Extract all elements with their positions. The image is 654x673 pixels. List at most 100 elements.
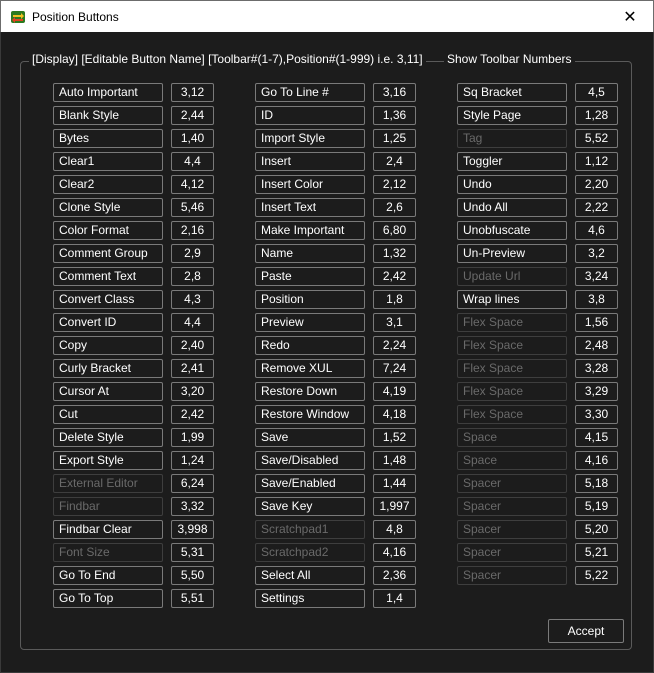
button-name-field[interactable]: Findbar [53,497,163,516]
button-name-field[interactable]: Go To Line # [255,83,365,102]
accept-button[interactable]: Accept [548,619,624,643]
button-name-field[interactable]: Unobfuscate [457,221,567,240]
button-name-field[interactable]: Findbar Clear [53,520,163,539]
button-name-field[interactable]: Comment Text [53,267,163,286]
button-name-field[interactable]: Save [255,428,365,447]
button-name-field[interactable]: Clear1 [53,152,163,171]
button-position-field[interactable]: 3,30 [575,405,618,424]
button-name-field[interactable]: Spacer [457,543,567,562]
button-position-field[interactable]: 2,48 [575,336,618,355]
button-position-field[interactable]: 4,4 [171,313,214,332]
button-name-field[interactable]: Insert [255,152,365,171]
button-name-field[interactable]: Paste [255,267,365,286]
button-position-field[interactable]: 3,1 [373,313,416,332]
button-position-field[interactable]: 5,52 [575,129,618,148]
button-position-field[interactable]: 1,25 [373,129,416,148]
button-position-field[interactable]: 1,52 [373,428,416,447]
button-position-field[interactable]: 2,41 [171,359,214,378]
button-name-field[interactable]: Name [255,244,365,263]
button-name-field[interactable]: Save/Disabled [255,451,365,470]
button-name-field[interactable]: Settings [255,589,365,608]
button-position-field[interactable]: 1,24 [171,451,214,470]
button-name-field[interactable]: Import Style [255,129,365,148]
button-name-field[interactable]: Color Format [53,221,163,240]
button-name-field[interactable]: Curly Bracket [53,359,163,378]
button-position-field[interactable]: 2,24 [373,336,416,355]
button-name-field[interactable]: Spacer [457,520,567,539]
button-name-field[interactable]: ID [255,106,365,125]
button-position-field[interactable]: 2,16 [171,221,214,240]
button-position-field[interactable]: 5,31 [171,543,214,562]
button-position-field[interactable]: 2,20 [575,175,618,194]
button-name-field[interactable]: Save/Enabled [255,474,365,493]
button-position-field[interactable]: 6,24 [171,474,214,493]
button-position-field[interactable]: 1,36 [373,106,416,125]
button-name-field[interactable]: Auto Important [53,83,163,102]
button-position-field[interactable]: 2,40 [171,336,214,355]
button-position-field[interactable]: 5,46 [171,198,214,217]
button-name-field[interactable]: External Editor [53,474,163,493]
button-name-field[interactable]: Undo [457,175,567,194]
button-name-field[interactable]: Go To End [53,566,163,585]
button-position-field[interactable]: 2,42 [373,267,416,286]
button-name-field[interactable]: Flex Space [457,382,567,401]
button-position-field[interactable]: 1,44 [373,474,416,493]
button-name-field[interactable]: Bytes [53,129,163,148]
button-position-field[interactable]: 5,22 [575,566,618,585]
button-name-field[interactable]: Spacer [457,566,567,585]
button-name-field[interactable]: Space [457,451,567,470]
button-name-field[interactable]: Blank Style [53,106,163,125]
button-position-field[interactable]: 7,24 [373,359,416,378]
button-name-field[interactable]: Remove XUL [255,359,365,378]
button-position-field[interactable]: 4,19 [373,382,416,401]
button-name-field[interactable]: Restore Down [255,382,365,401]
button-name-field[interactable]: Un-Preview [457,244,567,263]
button-name-field[interactable]: Scratchpad1 [255,520,365,539]
button-name-field[interactable]: Spacer [457,474,567,493]
button-position-field[interactable]: 4,3 [171,290,214,309]
button-position-field[interactable]: 5,21 [575,543,618,562]
button-name-field[interactable]: Font Size [53,543,163,562]
button-name-field[interactable]: Redo [255,336,365,355]
button-position-field[interactable]: 3,32 [171,497,214,516]
button-position-field[interactable]: 5,18 [575,474,618,493]
button-name-field[interactable]: Select All [255,566,365,585]
button-position-field[interactable]: 1,12 [575,152,618,171]
button-name-field[interactable]: Convert Class [53,290,163,309]
button-position-field[interactable]: 4,16 [373,543,416,562]
button-name-field[interactable]: Comment Group [53,244,163,263]
button-name-field[interactable]: Export Style [53,451,163,470]
close-button[interactable]: ✕ [607,1,653,32]
button-position-field[interactable]: 2,9 [171,244,214,263]
button-position-field[interactable]: 6,80 [373,221,416,240]
button-name-field[interactable]: Tag [457,129,567,148]
button-position-field[interactable]: 1,99 [171,428,214,447]
button-name-field[interactable]: Cut [53,405,163,424]
button-position-field[interactable]: 3,24 [575,267,618,286]
button-position-field[interactable]: 2,22 [575,198,618,217]
button-name-field[interactable]: Insert Text [255,198,365,217]
button-position-field[interactable]: 2,4 [373,152,416,171]
button-name-field[interactable]: Wrap lines [457,290,567,309]
button-name-field[interactable]: Insert Color [255,175,365,194]
button-name-field[interactable]: Style Page [457,106,567,125]
button-position-field[interactable]: 3,12 [171,83,214,102]
button-name-field[interactable]: Scratchpad2 [255,543,365,562]
button-position-field[interactable]: 2,6 [373,198,416,217]
button-position-field[interactable]: 3,16 [373,83,416,102]
button-position-field[interactable]: 3,29 [575,382,618,401]
button-position-field[interactable]: 2,12 [373,175,416,194]
button-name-field[interactable]: Cursor At [53,382,163,401]
button-position-field[interactable]: 3,8 [575,290,618,309]
button-name-field[interactable]: Undo All [457,198,567,217]
button-position-field[interactable]: 2,44 [171,106,214,125]
show-toolbar-numbers-label[interactable]: Show Toolbar Numbers [444,52,575,66]
button-position-field[interactable]: 4,12 [171,175,214,194]
button-position-field[interactable]: 1,48 [373,451,416,470]
button-name-field[interactable]: Go To Top [53,589,163,608]
button-position-field[interactable]: 1,40 [171,129,214,148]
button-position-field[interactable]: 2,8 [171,267,214,286]
button-name-field[interactable]: Clear2 [53,175,163,194]
button-name-field[interactable]: Clone Style [53,198,163,217]
button-position-field[interactable]: 4,5 [575,83,618,102]
